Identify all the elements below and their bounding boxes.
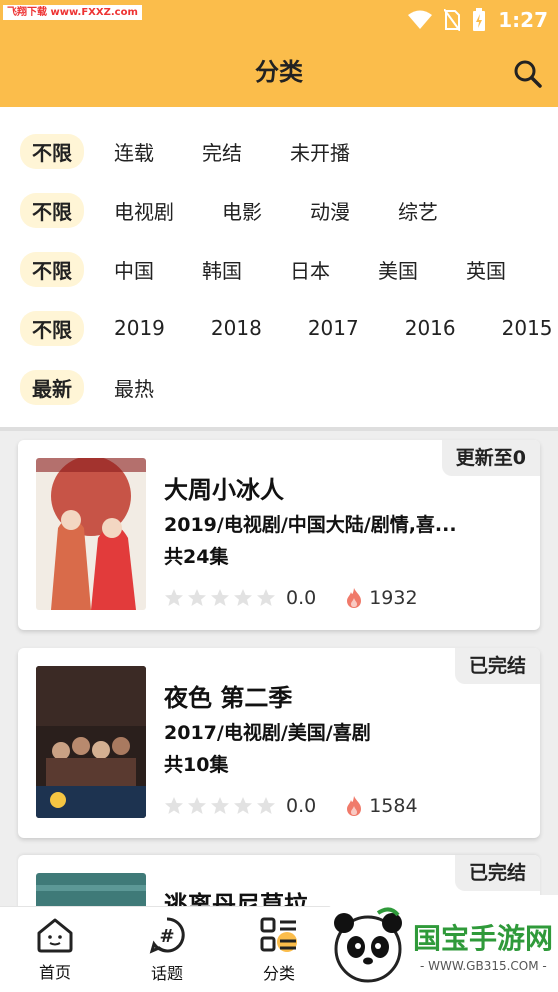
filter-chip-active[interactable]: 不限 [20, 192, 84, 228]
fire-icon [347, 588, 362, 608]
rating-score: 0.0 [286, 587, 317, 609]
tab-category[interactable]: 分类 [229, 907, 329, 992]
tab-label: 分类 [262, 964, 295, 983]
episode-count: 共10集 [164, 754, 229, 776]
episode-count: 共24集 [164, 546, 229, 568]
tab-label: 首页 [38, 963, 71, 982]
star-icon [257, 797, 275, 814]
rating-score: 0.0 [286, 795, 317, 817]
wifi-icon [408, 10, 433, 29]
show-title: 大周小冰人 [164, 476, 284, 504]
heat-count: 1584 [369, 795, 418, 817]
filter-option[interactable]: 未开播 [290, 137, 350, 166]
no-sim-icon [444, 9, 461, 31]
panda-logo-icon [334, 907, 402, 983]
show-meta: 2019/电视剧/中国大陆/剧情,喜... [164, 514, 457, 536]
star-icon [211, 589, 229, 606]
filter-option[interactable]: 韩国 [202, 255, 242, 284]
filter-row-status: 不限 连载 完结 未开播 [0, 131, 350, 171]
star-rating [164, 588, 276, 608]
status-icons: 1:27 [408, 6, 548, 34]
rating-row: 0.0 1932 [164, 584, 418, 612]
filter-option[interactable]: 中国 [114, 255, 154, 284]
filter-option[interactable]: 连载 [114, 137, 154, 166]
rating-row: 0.0 1584 [164, 792, 418, 820]
filter-option[interactable]: 2019 [114, 316, 165, 340]
star-icon [165, 589, 183, 606]
hashtag-icon: # [149, 917, 185, 954]
filter-option[interactable]: 2018 [211, 316, 262, 340]
filter-option[interactable]: 电视剧 [114, 196, 174, 225]
filter-option[interactable]: 综艺 [398, 196, 438, 225]
filter-chip-active[interactable]: 最新 [20, 369, 84, 405]
filter-option[interactable]: 电影 [222, 196, 262, 225]
star-icon [188, 797, 206, 814]
status-badge: 更新至0 [441, 440, 540, 476]
filter-row-type: 不限 电视剧 电影 动漫 综艺 [0, 190, 438, 230]
star-icon [188, 589, 206, 606]
section-divider [0, 427, 558, 431]
watermark-brand: 国宝手游网 [413, 922, 554, 955]
poster-image [36, 458, 146, 610]
show-card[interactable]: 更新至0 大周小冰人 2019/电视剧/中国大陆/剧情,喜... 共24集 0.… [18, 440, 540, 630]
star-rating [164, 796, 276, 816]
filter-option[interactable]: 最热 [114, 373, 154, 402]
star-icon [165, 797, 183, 814]
watermark-url: - WWW.GB315.COM - [420, 959, 547, 973]
svg-text:#: # [159, 926, 174, 947]
status-time: 1:27 [498, 8, 548, 32]
filter-option[interactable]: 完结 [202, 137, 242, 166]
status-badge: 已完结 [454, 648, 540, 684]
filter-option[interactable]: 2015 [502, 316, 553, 340]
filter-option[interactable]: 2017 [308, 316, 359, 340]
status-badge: 已完结 [454, 855, 540, 891]
show-title: 夜色 第二季 [164, 684, 293, 712]
category-icon [260, 917, 297, 952]
battery-charging-icon [473, 8, 486, 31]
filter-chip-active[interactable]: 不限 [20, 251, 84, 287]
filter-row-sort: 最新 最热 [0, 367, 154, 407]
star-icon [234, 797, 252, 814]
filter-option[interactable]: 美国 [378, 255, 418, 284]
filter-chip-active[interactable]: 不限 [20, 133, 84, 169]
star-icon [211, 797, 229, 814]
tab-label: 话题 [150, 964, 183, 983]
search-icon [514, 60, 542, 88]
heat-count: 1932 [369, 587, 418, 609]
tab-home[interactable]: 首页 [5, 907, 105, 992]
top-bar: 飞翔下载 www.FXXZ.com 1:27 分类 [0, 0, 558, 107]
filter-panel: 不限 连载 完结 未开播 不限 电视剧 电影 动漫 综艺 不限 中国 韩国 日本… [0, 107, 558, 427]
watermark-top: 飞翔下载 www.FXXZ.com [3, 5, 142, 20]
home-icon [37, 918, 73, 953]
filter-option[interactable]: 2016 [405, 316, 456, 340]
fire-icon [347, 796, 362, 816]
filter-option[interactable]: 英国 [466, 255, 506, 284]
page-title: 分类 [255, 58, 303, 86]
status-bar: 飞翔下载 www.FXXZ.com 1:27 [0, 0, 558, 40]
search-button[interactable] [510, 56, 546, 92]
filter-chip-active[interactable]: 不限 [20, 310, 84, 346]
filter-row-region: 不限 中国 韩国 日本 美国 英国 [0, 249, 506, 289]
poster-image [36, 666, 146, 818]
star-icon [257, 589, 275, 606]
star-icon [234, 589, 252, 606]
filter-option[interactable]: 动漫 [310, 196, 350, 225]
filter-option[interactable]: 日本 [290, 255, 330, 284]
filter-row-year: 不限 2019 2018 2017 2016 2015 [0, 308, 553, 348]
show-card[interactable]: 已完结 夜色 第二季 2017/电视剧/美国/喜剧 共10集 0.0 1584 [18, 648, 540, 838]
show-meta: 2017/电视剧/美国/喜剧 [164, 722, 371, 744]
tab-topics[interactable]: # 话题 [117, 907, 217, 992]
watermark-bottom: 国宝手游网 - WWW.GB315.COM - [318, 895, 558, 992]
